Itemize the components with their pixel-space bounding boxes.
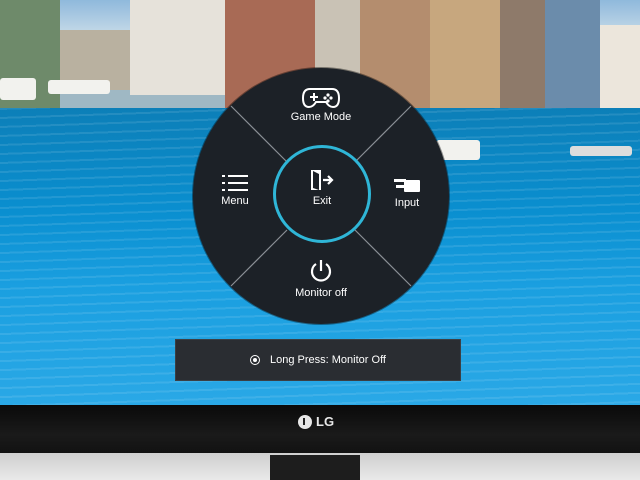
monitor-stand: [270, 455, 360, 480]
brand-name: LG: [316, 414, 335, 429]
power-icon: [310, 260, 332, 282]
gamepad-icon: [302, 88, 340, 108]
osd-joystick-menu: Game Mode Menu Input Monitor off Exit: [193, 68, 449, 324]
menu-button[interactable]: Menu: [209, 174, 261, 207]
joystick-press-icon: [250, 355, 261, 365]
exit-label: Exit: [312, 195, 332, 207]
menu-list-icon: [222, 175, 248, 191]
input-label: Input: [394, 197, 420, 209]
exit-door-icon: [311, 170, 334, 190]
monitor-off-label: Monitor off: [295, 287, 347, 299]
game-mode-button[interactable]: Game Mode: [281, 86, 361, 123]
boat: [48, 80, 110, 94]
boat: [0, 78, 36, 100]
long-press-hint-text: Long Press: Monitor Off: [270, 354, 386, 366]
boat: [570, 146, 632, 156]
long-press-hint: Long Press: Monitor Off: [175, 339, 461, 381]
game-mode-label: Game Mode: [290, 111, 352, 123]
input-source-icon: [394, 179, 420, 192]
exit-button[interactable]: Exit: [273, 145, 371, 243]
input-button[interactable]: Input: [381, 176, 433, 209]
brand-logo: LG: [298, 414, 334, 429]
exit-content: Exit: [276, 168, 368, 207]
lg-logo-icon: [298, 414, 312, 429]
menu-label: Menu: [221, 195, 249, 207]
monitor-off-button[interactable]: Monitor off: [275, 258, 367, 299]
